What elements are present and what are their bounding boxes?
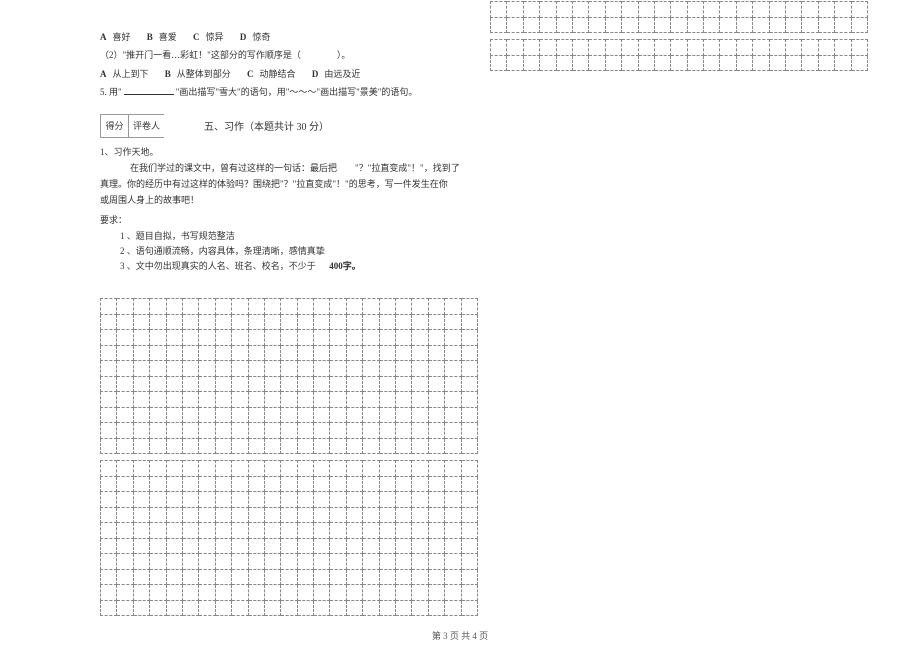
essay-line1b: "？"拉直变成"！"，找到了: [355, 163, 460, 173]
opt2-b-text: 从整体到部分: [177, 69, 231, 79]
grader-cell: 评卷人: [128, 114, 164, 138]
grid-small-1: [490, 1, 868, 33]
req-2: 2 、语句通顺流畅，内容具体，条理清晰，感情真挚: [120, 244, 470, 259]
blank-underline: [124, 94, 174, 95]
writing-grid-main: [100, 298, 478, 616]
opt2-c-label: C: [247, 69, 254, 79]
opt-d-text: 惊奇: [252, 32, 270, 42]
wavy-line: ～～～: [289, 87, 316, 97]
page-footer: 第 3 页 共 4 页: [0, 629, 920, 642]
essay-line1a: 在我们学过的课文中，曾有过这样的一句话：最后把: [130, 163, 337, 173]
options-row-1: A 喜好 B 喜爱 C 惊异 D 惊奇: [100, 30, 470, 44]
opt2-b-label: B: [165, 69, 171, 79]
opt-d-label: D: [240, 32, 247, 42]
grid-main-2: [100, 460, 478, 616]
opt-b-text: 喜爱: [159, 32, 177, 42]
essay-line3: 或周围人身上的故事吧！: [100, 192, 470, 208]
opt2-d-text: 由远及近: [324, 69, 360, 79]
question-2: （2）"推开门一看…彩虹！"这部分的写作顺序是（ ）。: [100, 48, 470, 62]
opt-a-label: A: [100, 32, 107, 42]
opt-a-text: 喜好: [113, 32, 131, 42]
requirements: 要求： 1 、题目自拟，书写规范整洁 2 、语句通顺流畅，内容具体，条理清晰，感…: [100, 212, 470, 274]
essay-heading: 1、习作天地。: [100, 144, 470, 160]
opt2-a-text: 从上到下: [113, 69, 149, 79]
req-1: 1 、题目自拟，书写规范整洁: [120, 229, 470, 244]
opt-c-text: 惊异: [206, 32, 224, 42]
opt2-c-text: 动静结合: [260, 69, 296, 79]
req3a: 3 、文中勿出现真实的人名、班名、校名，不少于: [120, 261, 316, 271]
q5-mid: "画出描写"雪大"的语句，用": [176, 87, 290, 97]
score-box-row: 得分 评卷人 五、习作（本题共计 30 分）: [100, 114, 470, 138]
writing-grid-small: [490, 1, 868, 71]
opt-c-label: C: [193, 32, 200, 42]
grid-small-2: [490, 39, 868, 71]
section-title: 五、习作（本题共计 30 分）: [204, 118, 329, 133]
grid-main-1: [100, 298, 478, 454]
essay-prompt: 1、习作天地。 在我们学过的课文中，曾有过这样的一句话：最后把 "？"拉直变成"…: [100, 144, 470, 275]
req3b: 400字。: [329, 261, 361, 271]
essay-line1: 在我们学过的课文中，曾有过这样的一句话：最后把 "？"拉直变成"！"，找到了: [130, 160, 470, 176]
score-cell: 得分: [100, 114, 128, 138]
essay-line2: 真理。你的经历中有过这样的体验吗？围绕把"？"拉直变成"！"的思考，写一件发生在…: [100, 176, 470, 192]
options-row-2: A 从上到下 B 从整体到部分 C 动静结合 D 由远及近: [100, 67, 470, 81]
req-3: 3 、文中勿出现真实的人名、班名、校名，不少于 400字。: [120, 259, 470, 274]
req-heading: 要求：: [100, 212, 470, 228]
q5-prefix: 5. 用": [100, 87, 122, 97]
opt2-a-label: A: [100, 69, 107, 79]
question-5: 5. 用" "画出描写"雪大"的语句，用"～～～"画出描写"景美"的语句。: [100, 85, 470, 99]
q5-suffix: "画出描写"景美"的语句。: [316, 87, 417, 97]
opt2-d-label: D: [312, 69, 319, 79]
opt-b-label: B: [147, 32, 153, 42]
